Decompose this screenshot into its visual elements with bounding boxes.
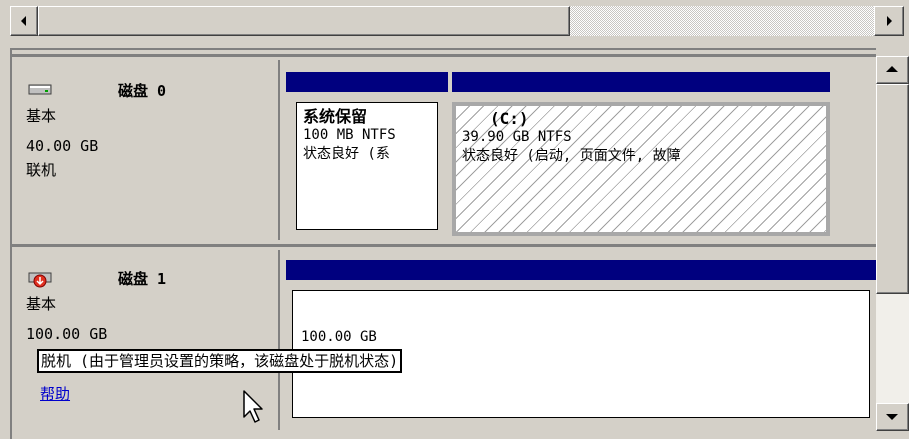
disk0-size: 40.00 GB (26, 137, 99, 155)
partition-status: 状态良好 (系 (303, 146, 390, 162)
row-divider (10, 244, 876, 247)
scroll-right-button[interactable] (874, 6, 904, 36)
partition-header (286, 260, 876, 280)
disk1-type: 基本 (26, 295, 57, 313)
mouse-cursor-icon (242, 389, 268, 425)
scroll-up-button[interactable] (876, 56, 909, 84)
partition-unallocated[interactable]: 100.00 GB (286, 260, 876, 426)
vertical-scrollbar-thumb[interactable] (876, 84, 909, 294)
partition-status: 状态良好 (启动, 页面文件, 故障 (462, 148, 681, 164)
partition-title: 系统保留 (303, 107, 368, 126)
offline-status-tooltip: 脱机 (由于管理员设置的策略，该磁盘处于脱机状态) (37, 349, 403, 373)
partition-system-reserved[interactable]: 系统保留 100 MB NTFS 状态良好 (系 (286, 72, 448, 238)
arrow-up-icon (886, 66, 898, 72)
disk1-name: 磁盘 1 (118, 270, 167, 288)
disk1-size: 100.00 GB (26, 325, 108, 343)
partition-c-drive[interactable]: (C:) 39.90 GB NTFS 状态良好 (启动, 页面文件, 故障 (452, 72, 830, 238)
horizontal-scrollbar[interactable] (0, 0, 909, 42)
partition-size: 100.00 GB (301, 329, 377, 345)
scrollbar-thumb[interactable] (38, 6, 570, 36)
row-divider (10, 54, 876, 57)
disk0-name: 磁盘 0 (118, 82, 167, 100)
disk0-type: 基本 (26, 107, 57, 125)
help-link[interactable]: 帮助 (40, 384, 70, 404)
partition-body-selected: (C:) 39.90 GB NTFS 状态良好 (启动, 页面文件, 故障 (452, 102, 830, 236)
scroll-left-button[interactable] (10, 6, 38, 36)
disk0-info-panel[interactable]: 磁盘 0 基本 40.00 GB 联机 (22, 60, 280, 240)
partition-body: 系统保留 100 MB NTFS 状态良好 (系 (296, 102, 438, 230)
arrow-left-icon (21, 16, 26, 26)
disk0-status: 联机 (26, 161, 57, 179)
scroll-down-button[interactable] (876, 403, 909, 431)
partition-header (286, 72, 448, 92)
disk-icon (28, 82, 52, 96)
partition-size: 100 MB NTFS (303, 127, 396, 143)
partition-title: (C:) (490, 109, 529, 128)
offline-disk-icon (28, 270, 52, 290)
partition-size: 39.90 GB NTFS (462, 129, 572, 145)
arrow-right-icon (887, 16, 892, 26)
partition-header (452, 72, 830, 92)
arrow-down-icon (886, 414, 898, 420)
